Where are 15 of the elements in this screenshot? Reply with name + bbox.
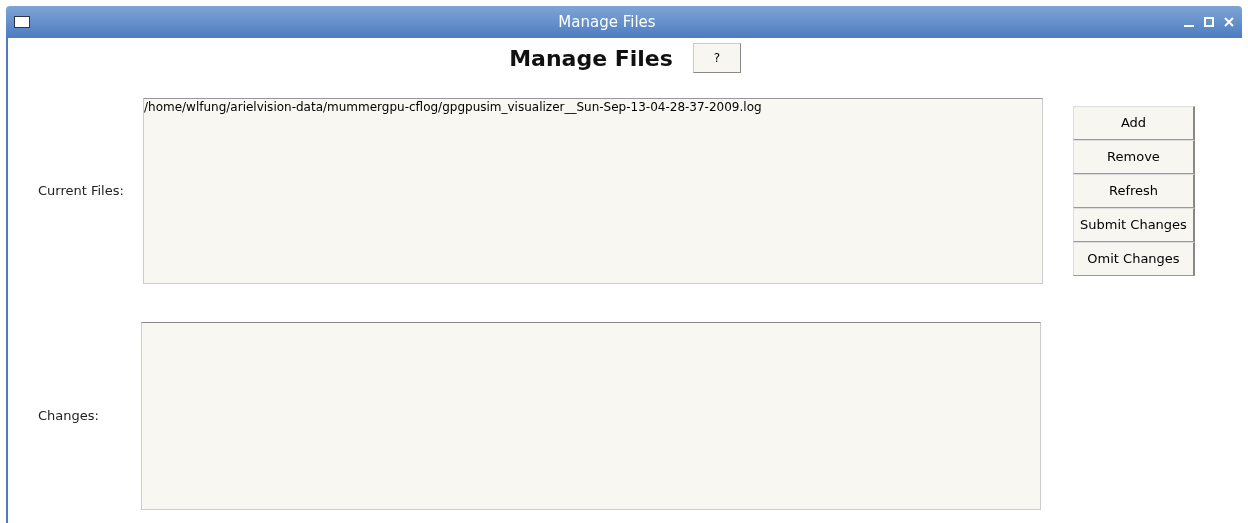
action-button[interactable]: Omit Changes — [1073, 242, 1195, 276]
help-button[interactable]: ? — [692, 43, 741, 73]
action-button[interactable]: Submit Changes — [1073, 208, 1195, 242]
action-button[interactable]: Refresh — [1073, 174, 1195, 208]
file-list[interactable]: /home/wlfung/arielvision-data/mummergpu-cflog/gpgpusim_visualizer__Sun-Sep-13-04-28-37-2009.log — [143, 98, 1043, 284]
maximize-icon[interactable] — [1204, 17, 1214, 27]
file-entry[interactable]: /home/wlfung/arielvision-data/mummergpu-cflog/gpgpusim_visualizer__Sun-Sep-13-04-28-37-2009.log — [144, 99, 1042, 115]
field-label: Current Files: — [38, 182, 124, 201]
window-icon — [14, 16, 30, 28]
action-button[interactable]: Add — [1073, 106, 1195, 140]
action-button[interactable]: Remove — [1073, 140, 1195, 174]
window-title: Manage Files — [557, 11, 657, 33]
field-label: Changes: — [38, 407, 99, 426]
close-icon[interactable] — [1224, 17, 1234, 27]
dialog-heading: Manage Files — [509, 44, 673, 73]
